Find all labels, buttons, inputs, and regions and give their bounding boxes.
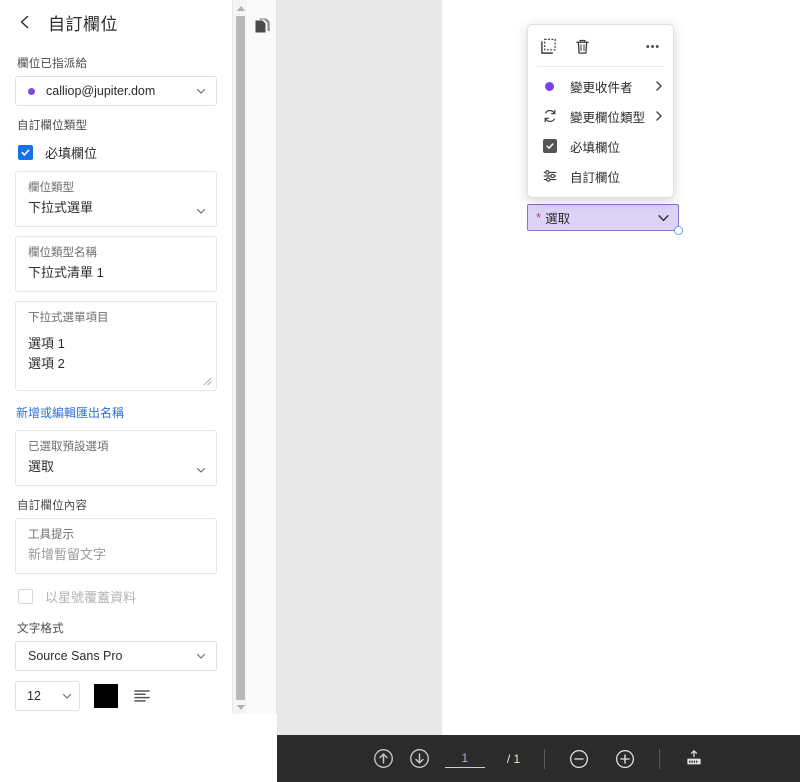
tooltip-label: 工具提示 — [28, 529, 74, 541]
assigned-to-label: 欄位已指派給 — [17, 58, 88, 70]
page-title: 自訂欄位 — [48, 14, 118, 34]
required-field-checkbox-row[interactable]: 必填欄位 — [18, 143, 217, 162]
sidebar-header: 自訂欄位 — [0, 0, 232, 44]
dropdown-items-label: 下拉式選單項目 — [28, 312, 109, 324]
context-menu-divider — [537, 66, 664, 67]
toolbar-divider — [544, 748, 546, 769]
app-root: 自訂欄位 欄位已指派給 calliop@jupiter.dom 自訂欄位類型 必… — [0, 0, 800, 782]
custom-field-sidebar: 自訂欄位 欄位已指派給 calliop@jupiter.dom 自訂欄位類型 必… — [0, 0, 232, 714]
menu-item-label: 變更欄位類型 — [570, 110, 646, 125]
page-thumbnail-toolstrip — [248, 0, 277, 714]
tooltip-input[interactable]: 工具提示 新增暫留文字 — [15, 518, 217, 574]
dropdown-field-widget[interactable]: * 選取 — [527, 204, 683, 235]
default-option-select[interactable]: 已選取預設選項 選取 — [15, 430, 217, 486]
arrow-up-circle-icon — [374, 749, 394, 768]
purple-dot-icon — [541, 78, 558, 95]
sidebar-body: 欄位已指派給 calliop@jupiter.dom 自訂欄位類型 必填欄位 欄 — [0, 55, 232, 711]
menu-item-required-field[interactable]: 必填欄位 — [528, 131, 673, 161]
default-option-label: 已選取預設選項 — [28, 441, 109, 453]
chevron-down-icon — [196, 88, 206, 94]
required-asterisk: * — [536, 210, 542, 225]
default-option-value: 選取 — [28, 459, 55, 474]
sidebar-scrollbar[interactable] — [232, 0, 247, 714]
triangle-down-icon — [236, 704, 245, 710]
scrollbar-thumb[interactable] — [236, 16, 245, 700]
previous-page-button[interactable] — [373, 748, 395, 770]
resize-grip-icon[interactable] — [203, 377, 212, 386]
field-name-label: 欄位類型名稱 — [28, 247, 97, 259]
font-color-swatch[interactable] — [94, 684, 118, 708]
field-content-label: 自訂欄位內容 — [17, 500, 88, 512]
menu-item-label: 變更收件者 — [570, 80, 633, 95]
bottom-toolbar-controls: / 1 — [373, 748, 704, 770]
align-left-icon[interactable] — [132, 686, 152, 706]
field-name-input[interactable]: 欄位類型名稱 下拉式清單 1 — [15, 236, 217, 292]
dropdown-items-textarea[interactable]: 下拉式選單項目 選項 1 選項 2 — [15, 301, 217, 391]
menu-item-change-field-type[interactable]: 變更欄位類型 — [528, 101, 673, 131]
mask-data-checkbox-row[interactable]: 以星號覆蓋資料 — [18, 587, 217, 606]
field-type-label: 欄位類型 — [28, 182, 74, 194]
context-menu-toolbar — [528, 30, 673, 63]
resize-handle[interactable] — [674, 226, 683, 235]
check-icon — [21, 149, 30, 156]
menu-item-change-recipient[interactable]: 變更收件者 — [528, 71, 673, 101]
required-field-label: 必填欄位 — [45, 146, 98, 161]
field-type-value: 下拉式選單 — [28, 200, 94, 215]
field-name-value: 下拉式清單 1 — [28, 265, 104, 280]
menu-item-custom-field[interactable]: 自訂欄位 — [528, 161, 673, 191]
chevron-down-icon — [62, 693, 72, 699]
text-format-row: 12 — [15, 681, 217, 711]
field-context-menu: 變更收件者 變更欄位類型 必填欄位 自訂欄位 — [527, 24, 674, 198]
dropdown-option-list: 選項 1 選項 2 — [28, 334, 190, 374]
menu-item-label: 自訂欄位 — [570, 170, 621, 185]
tooltip-placeholder: 新增暫留文字 — [28, 547, 107, 562]
mask-data-checkbox[interactable] — [18, 589, 33, 604]
font-size-select[interactable]: 12 — [15, 681, 80, 711]
sliders-icon — [541, 168, 558, 185]
checkbox-checked-icon — [541, 138, 558, 155]
more-options-icon[interactable] — [644, 38, 661, 55]
triangle-up-icon — [236, 5, 245, 11]
delete-icon[interactable] — [574, 38, 591, 55]
chevron-right-icon — [656, 111, 662, 121]
menu-item-label: 必填欄位 — [570, 140, 621, 155]
widget-value: 選取 — [545, 212, 571, 226]
back-button[interactable] — [14, 11, 36, 33]
chevron-left-icon — [20, 15, 29, 29]
zoom-out-button[interactable] — [569, 749, 589, 769]
assignee-value: calliop@jupiter.dom — [46, 84, 156, 98]
arrow-down-circle-icon — [410, 749, 430, 768]
field-type-select[interactable]: 欄位類型 下拉式選單 — [15, 171, 217, 227]
mask-data-label: 以星號覆蓋資料 — [45, 590, 137, 605]
chevron-down-icon — [196, 653, 206, 659]
scroll-up-arrow[interactable] — [233, 1, 248, 15]
chevron-right-icon — [656, 81, 662, 91]
assignee-select[interactable]: calliop@jupiter.dom — [15, 76, 217, 106]
list-item: 選項 2 — [28, 356, 65, 371]
field-type-section-label: 自訂欄位類型 — [17, 120, 88, 132]
text-format-label: 文字格式 — [17, 623, 64, 635]
required-field-checkbox[interactable] — [18, 145, 33, 160]
refresh-icon — [541, 108, 558, 125]
chevron-down-icon — [196, 467, 206, 473]
list-item: 選項 1 — [28, 336, 65, 351]
font-family-value: Source Sans Pro — [28, 649, 123, 663]
toolbar-divider — [659, 748, 661, 769]
document-canvas-gray — [277, 0, 442, 735]
pages-copy-icon[interactable] — [253, 17, 273, 37]
assignee-color-dot — [28, 87, 35, 95]
edit-export-name-link[interactable]: 新增或編輯匯出名稱 — [16, 404, 217, 421]
fit-page-button[interactable] — [684, 749, 704, 769]
page-total-label: / 1 — [506, 751, 521, 766]
page-number-input[interactable] — [444, 749, 485, 768]
font-size-value: 12 — [27, 689, 41, 703]
chevron-down-icon — [658, 214, 669, 221]
next-page-button[interactable] — [409, 748, 431, 770]
duplicate-icon[interactable] — [540, 38, 557, 55]
font-family-select[interactable]: Source Sans Pro — [15, 641, 217, 671]
viewer-bottom-toolbar: / 1 — [277, 735, 800, 782]
chevron-down-icon — [196, 208, 206, 214]
scroll-down-arrow[interactable] — [233, 700, 248, 714]
zoom-in-button[interactable] — [615, 749, 635, 769]
